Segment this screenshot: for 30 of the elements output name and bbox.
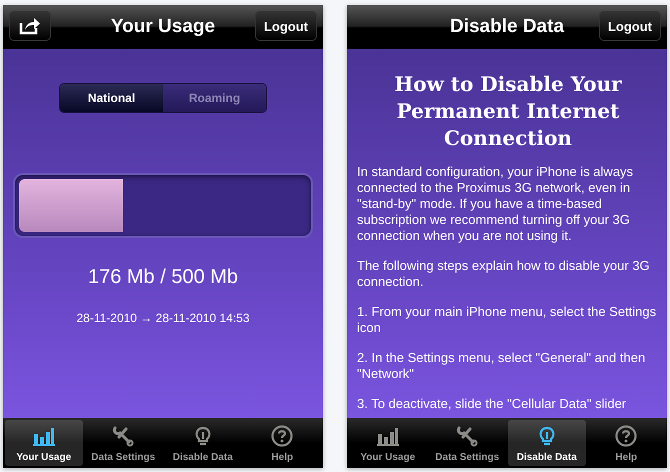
article-paragraph: 1. From your main iPhone menu, select the Settings icon <box>357 304 658 336</box>
share-icon <box>19 17 41 35</box>
segment-tab[interactable]: National <box>60 84 163 112</box>
tab-bar-item[interactable]: Disable Data <box>164 420 242 466</box>
tab-bar-item[interactable]: Data Settings <box>428 420 506 466</box>
article-paragraph: In standard configuration, your iPhone is always connected to the Proximus 3G network, even in "stand-by" mode. If you have a time-based subscription we recommend turning off your 3G connection when you are not using it. <box>357 164 634 244</box>
screen-title: Disable Data <box>450 16 564 38</box>
article-paragraph: 2. In the Settings menu, select "General" and then "Network" <box>357 350 646 382</box>
article-paragraph: 3. To deactivate, slide the "Cellular Data" slider <box>357 396 628 412</box>
article-paragraph: The following steps explain how to disable your 3G connection. <box>357 258 651 290</box>
screen-title: Your Usage <box>110 16 216 38</box>
bar-chart-icon <box>376 425 400 447</box>
tab-bar-item[interactable]: Disable Data <box>508 420 586 466</box>
logout-button[interactable]: Logout <box>254 11 317 41</box>
tab-bar-item[interactable]: Your Usage <box>349 420 426 466</box>
logout-button[interactable]: Logout <box>598 11 661 41</box>
tools-icon <box>455 425 480 447</box>
article-heading: How to Disable Your Permanent Internet Connection <box>393 71 623 152</box>
tab-bar-item[interactable]: Help <box>588 420 665 466</box>
usage-period: 28-11-2010 → 28-11-2010 14:53 <box>76 311 250 325</box>
tab-bar-item[interactable]: Help <box>244 420 321 466</box>
help-icon <box>270 425 294 447</box>
tab-bar-item[interactable]: Your Usage <box>5 420 82 466</box>
usage-reading: 176 Mb / 500 Mb <box>88 266 238 289</box>
bar-chart-icon <box>32 425 56 447</box>
segment-tab[interactable]: Roaming <box>163 84 266 112</box>
help-icon <box>614 425 638 447</box>
share-button[interactable] <box>9 11 51 41</box>
tab-bar-item[interactable]: Data Settings <box>84 420 162 466</box>
tools-icon <box>111 425 136 447</box>
